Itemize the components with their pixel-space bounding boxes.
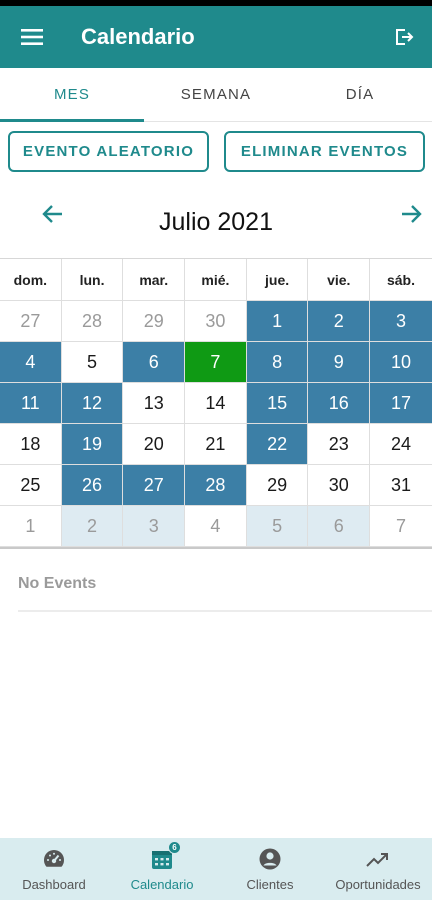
tab-day[interactable]: DÍA <box>288 68 432 121</box>
calendar-day[interactable]: 15 <box>246 383 309 424</box>
calendar-day[interactable]: 27 <box>0 301 62 342</box>
calendar-day[interactable]: 6 <box>308 506 371 547</box>
calendar-day[interactable]: 13 <box>123 383 186 424</box>
logout-button[interactable] <box>376 6 432 68</box>
calendar-day[interactable]: 1 <box>0 506 62 547</box>
random-event-button[interactable]: EVENTO ALEATORIO <box>8 131 209 172</box>
calendar-week-row: 27 28 29 30 1 2 3 <box>0 301 432 342</box>
weekday-header-row: dom. lun. mar. mié. jue. vie. sáb. <box>0 259 432 301</box>
calendar-day[interactable]: 23 <box>308 424 371 465</box>
speedometer-icon <box>43 849 65 867</box>
action-row: EVENTO ALEATORIO ELIMINAR EVENTOS <box>0 131 432 173</box>
calendar-day[interactable]: 4 <box>0 342 62 383</box>
calendar-day[interactable]: 29 <box>123 301 186 342</box>
weekday-header: sáb. <box>370 259 432 301</box>
nav-clientes-label: Clientes <box>246 876 294 892</box>
tab-month[interactable]: MES <box>0 68 144 122</box>
weekday-header: jue. <box>246 259 309 301</box>
calendar-day[interactable]: 30 <box>185 301 247 342</box>
calendar-day[interactable]: 28 <box>185 465 247 506</box>
weekday-header: lun. <box>61 259 124 301</box>
tab-week[interactable]: SEMANA <box>144 68 288 121</box>
calendar-day[interactable]: 25 <box>0 465 62 506</box>
calendar-day[interactable]: 28 <box>61 301 124 342</box>
calendar-day[interactable]: 5 <box>246 506 309 547</box>
month-calendar: dom. lun. mar. mié. jue. vie. sáb. 27 28 2… <box>0 258 432 549</box>
month-navigation: Julio 2021 <box>0 190 432 250</box>
calendar-week-row: 25 26 27 28 29 30 31 <box>0 465 432 506</box>
weekday-header: vie. <box>308 259 371 301</box>
month-title: Julio 2021 <box>159 208 273 236</box>
calendar-day[interactable]: 2 <box>308 301 371 342</box>
calendar-day[interactable]: 1 <box>246 301 309 342</box>
calendar-badge: 6 <box>168 840 181 854</box>
nav-dashboard[interactable]: Dashboard <box>0 838 108 900</box>
hamburger-menu-icon <box>21 29 43 45</box>
calendar-day[interactable]: 9 <box>308 342 371 383</box>
weekday-header: mar. <box>123 259 186 301</box>
calendar-day[interactable]: 14 <box>185 383 247 424</box>
calendar-day[interactable]: 27 <box>123 465 186 506</box>
calendar-day[interactable]: 20 <box>123 424 186 465</box>
calendar-week-row: 1234567 <box>0 506 432 547</box>
calendar-day[interactable]: 19 <box>61 424 124 465</box>
calendar-day[interactable]: 2 <box>61 506 124 547</box>
delete-events-button[interactable]: ELIMINAR EVENTOS <box>224 131 425 172</box>
nav-oportunidades-label: Oportunidades <box>335 876 421 892</box>
calendar-day[interactable]: 30 <box>308 465 371 506</box>
calendar-day[interactable]: 24 <box>370 424 432 465</box>
nav-clientes[interactable]: Clientes <box>216 838 324 900</box>
weekday-header: dom. <box>0 259 62 301</box>
calendar-day[interactable]: 6 <box>123 342 186 383</box>
calendar-grid: 27 28 29 30 1 2 3 4 5 6 7 8 9 10 11 12 13 14 15 16 17 18 19 20 2… <box>0 301 432 547</box>
page-title: Calendario <box>81 24 195 49</box>
view-tabs: MES SEMANA DÍA <box>0 68 432 122</box>
events-divider <box>18 610 432 612</box>
calendar-day[interactable]: 8 <box>246 342 309 383</box>
account-circle-icon <box>259 848 281 869</box>
calendar-day[interactable]: 22 <box>246 424 309 465</box>
calendar-day[interactable]: 29 <box>246 465 309 506</box>
no-events-text: No Events <box>18 575 97 592</box>
bottom-navigation: Dashboard 6 Calendario Clientes Oportuni… <box>0 838 432 900</box>
calendar-day-today[interactable]: 7 <box>185 342 247 383</box>
nav-oportunidades[interactable]: Oportunidades <box>324 838 432 900</box>
calendar-day[interactable]: 11 <box>0 383 62 424</box>
calendar-day[interactable]: 17 <box>370 383 432 424</box>
calendar-day[interactable]: 21 <box>185 424 247 465</box>
calendar-day[interactable]: 5 <box>61 342 124 383</box>
calendar-day[interactable]: 12 <box>61 383 124 424</box>
weekday-header: mié. <box>185 259 247 301</box>
menu-button[interactable] <box>0 6 64 68</box>
calendar-day[interactable]: 3 <box>370 301 432 342</box>
trending-up-icon <box>366 852 388 867</box>
nav-dashboard-label: Dashboard <box>22 876 86 892</box>
app-bar: Calendario <box>0 6 432 68</box>
calendar-week-row: 18 19 20 21 22 23 24 <box>0 424 432 465</box>
next-month-button[interactable] <box>392 194 432 234</box>
calendar-day[interactable]: 16 <box>308 383 371 424</box>
nav-calendario[interactable]: 6 Calendario <box>108 838 216 900</box>
arrow-right-icon <box>402 205 422 223</box>
calendar-week-row: 11 12 13 14 15 16 17 <box>0 383 432 424</box>
calendar-day[interactable]: 31 <box>370 465 432 506</box>
calendar-week-row: 4 5 6 7 8 9 10 <box>0 342 432 383</box>
calendar-day[interactable]: 18 <box>0 424 62 465</box>
logout-icon <box>396 29 414 45</box>
nav-calendario-label: Calendario <box>130 876 194 892</box>
calendar-day[interactable]: 10 <box>370 342 432 383</box>
calendar-day[interactable]: 3 <box>123 506 186 547</box>
calendar-day[interactable]: 4 <box>185 506 247 547</box>
calendar-day[interactable]: 26 <box>61 465 124 506</box>
calendar-day[interactable]: 7 <box>370 506 432 547</box>
